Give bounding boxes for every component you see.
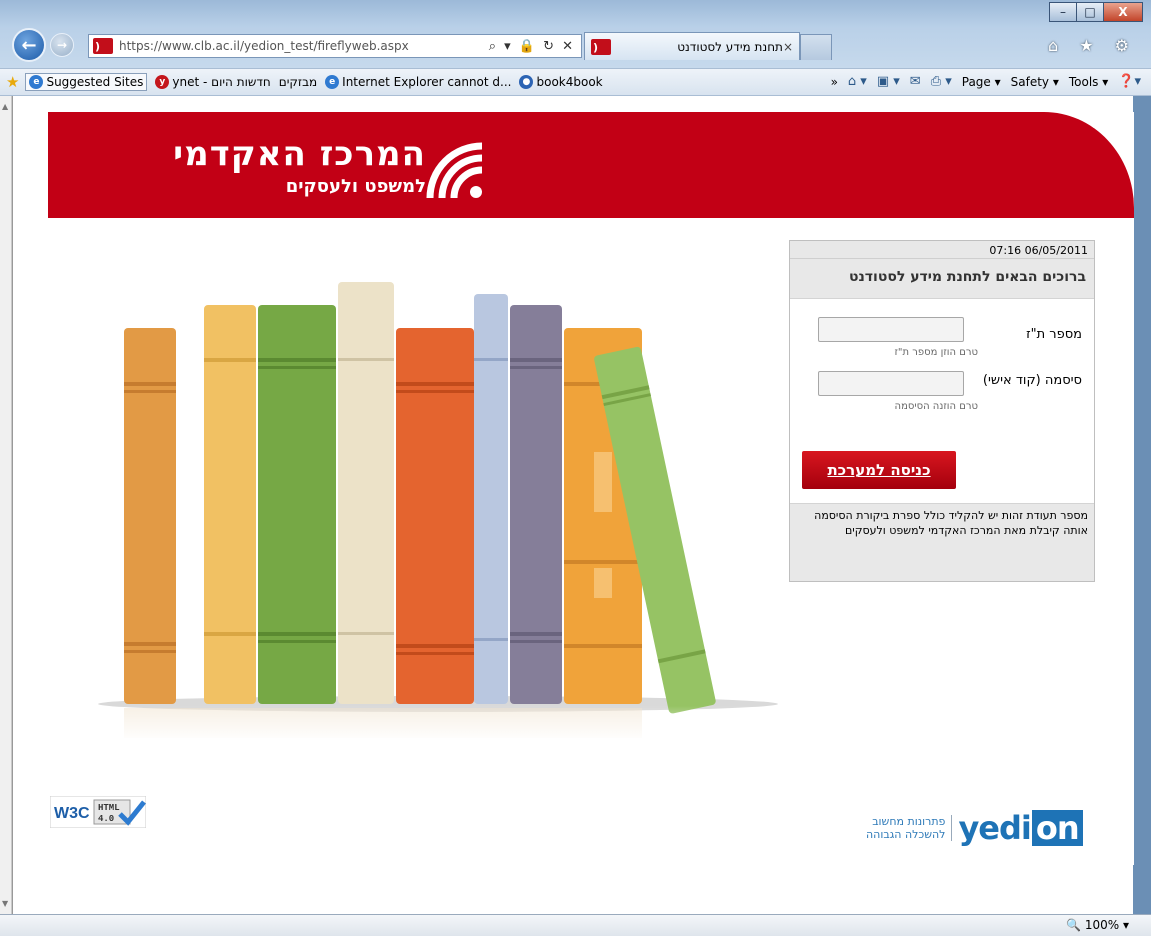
signal-waves-icon (426, 142, 483, 199)
id-label: מספר ת"ז (1026, 327, 1082, 342)
html-badge-line2: 4.0 (98, 814, 114, 824)
id-number-input[interactable] (818, 317, 964, 342)
yedion-tagline-line1: פתרונות מחשוב (872, 815, 946, 828)
favorite-suggested-sites[interactable]: e Suggested Sites (25, 73, 148, 91)
new-tab-button[interactable] (800, 34, 832, 60)
login-instructions: מספר תעודת זהות יש להקליד כולל ספרת ביקו… (790, 503, 1094, 581)
favorite-mivzakim[interactable]: מבזקים (279, 75, 317, 89)
scroll-up-icon[interactable]: ▲ (2, 102, 8, 111)
id-hint: טרם הוזן מספר ת"ז (894, 347, 978, 358)
password-label: סיסמה (קוד אישי) (982, 373, 1082, 388)
yedion-logo[interactable]: פתרונות מחשוב להשכלה הגבוהה yedi on (866, 808, 1083, 848)
logo-sub-text: למשפט ולעסקים (285, 176, 426, 197)
tab-favicon-icon: ) (591, 38, 611, 55)
window-controls: – □ X (1049, 2, 1143, 22)
books-illustration (98, 282, 788, 742)
yedion-word-part: yedi (958, 809, 1031, 847)
help-icon[interactable]: ❓▾ (1118, 74, 1141, 89)
w3c-html-badge[interactable]: W3C HTML 4.0 (49, 795, 147, 829)
password-hint: טרם הוזנה הסיסמה (894, 401, 978, 412)
ie-icon: e (29, 75, 44, 89)
home-icon[interactable]: ⌂ ▾ (848, 74, 867, 89)
tools-menu[interactable]: Tools ▾ (1069, 75, 1108, 89)
login-button[interactable]: כניסה למערכת (802, 451, 956, 489)
scroll-down-icon[interactable]: ▼ (2, 899, 8, 908)
feeds-icon[interactable]: ▣ ▾ (877, 74, 900, 89)
yedion-wordmark: yedi on (958, 809, 1083, 847)
yedion-on-part: on (1031, 809, 1083, 847)
favorites-bar: ★ e Suggested Sites y ynet - חדשות היום מב… (0, 68, 1151, 96)
page-menu[interactable]: Page ▾ (962, 75, 1001, 89)
site-header: המרכז האקדמי למשפט ולעסקים (48, 112, 1134, 218)
globe-icon: ● (519, 75, 534, 89)
address-url[interactable]: https://www.clb.ac.il/yedion_test/firefl… (119, 39, 409, 53)
password-input[interactable] (818, 371, 964, 396)
login-title: ברוכים הבאים לתחנת מידע לסטודנט (790, 259, 1094, 299)
mail-icon[interactable]: ✉ (910, 74, 921, 89)
forward-arrow-icon[interactable]: → (50, 33, 74, 57)
favorite-ynet[interactable]: y ynet - חדשות היום (155, 75, 271, 89)
chevron-icon[interactable]: » (831, 75, 838, 89)
favorites-star-icon[interactable]: ★ (6, 73, 19, 91)
tab-close-icon[interactable]: × (783, 40, 793, 54)
vertical-scrollbar[interactable]: ▲ ▼ (0, 96, 12, 914)
w3c-text: W3C (54, 805, 90, 822)
html-badge-line1: HTML (98, 803, 120, 813)
site-favicon-icon: ) (93, 38, 113, 54)
address-bar[interactable]: ) https://www.clb.ac.il/yedion_test/fire… (88, 34, 582, 58)
browser-titlebar: – □ X ← → ) https://www.clb.ac.il/yedion… (0, 0, 1151, 68)
favorite-ie-cannot[interactable]: e Internet Explorer cannot d... (325, 75, 511, 89)
command-bar: » ⌂ ▾ ▣ ▾ ✉ ⎙ ▾ Page ▾ Safety ▾ Tools ▾ … (821, 74, 1141, 89)
back-arrow-icon[interactable]: ← (12, 28, 46, 62)
logo-main-text: המרכז האקדמי (173, 134, 426, 174)
zoom-level[interactable]: 🔍 100% ▾ (1066, 918, 1129, 932)
yedion-tagline-line2: להשכלה הגבוהה (866, 828, 946, 841)
status-bar: 🔍 100% ▾ (0, 914, 1151, 936)
page-content: המרכז האקדמי למשפט ולעסקים 07:16 06/05/2… (48, 112, 1134, 865)
login-panel: 07:16 06/05/2011 ברוכים הבאים לתחנת מידע… (789, 240, 1095, 582)
tab-active[interactable]: ) תחנת מידע לסטודנט × (584, 32, 800, 60)
close-window-button[interactable]: X (1103, 2, 1143, 22)
ynet-icon: y (155, 75, 170, 89)
favorite-book4book[interactable]: ● book4book (519, 75, 603, 89)
yedion-tagline: פתרונות מחשוב להשכלה הגבוהה (866, 815, 953, 841)
safety-menu[interactable]: Safety ▾ (1011, 75, 1059, 89)
site-logo[interactable]: המרכז האקדמי למשפט ולעסקים (86, 134, 486, 204)
address-tools[interactable]: ⌕ ▾ 🔒 ↻ ✕ (489, 39, 575, 54)
ie-page-icon: e (325, 75, 340, 89)
tab-title: תחנת מידע לסטודנט (677, 39, 783, 54)
print-icon[interactable]: ⎙ ▾ (931, 74, 952, 89)
home-favorites-settings-icons[interactable]: ⌂ ★ ⚙ (1048, 36, 1137, 55)
minimize-button[interactable]: – (1049, 2, 1077, 22)
w3c-validator-icon: W3C HTML 4.0 (49, 795, 147, 829)
current-datetime: 07:16 06/05/2011 (790, 241, 1094, 259)
maximize-button[interactable]: □ (1076, 2, 1104, 22)
